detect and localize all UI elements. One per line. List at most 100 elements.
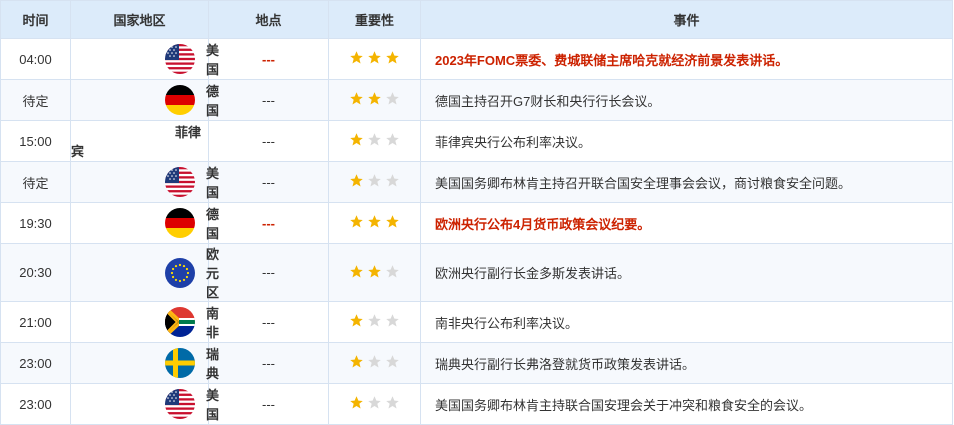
event-cell: 瑞典央行副行长弗洛登就货币政策发表讲话。 [420,342,953,384]
star-filled-icon [349,50,364,68]
country-cell: 瑞典 [70,342,219,384]
header-country: 国家地区 [70,0,209,39]
star-filled-icon [367,214,382,232]
table-row: 23:00 瑞典 --- 瑞典央行副行长弗洛登就货币政策发表讲话。 [0,342,953,384]
country-name: 瑞典 [206,347,220,381]
place-cell: --- [208,342,329,384]
place-cell: --- [208,79,329,121]
country-cell: 菲律宾 [70,120,209,162]
star-filled-icon [349,91,364,109]
country-cell: 德国 [70,79,219,121]
star-empty-icon [385,354,400,372]
header-row: 时间 国家地区 地点 重要性 事件 [0,0,953,39]
event-cell: 美国国务卿布林肯主持召开联合国安全理事会会议，商讨粮食安全问题。 [420,161,953,203]
flag-se-icon [165,348,195,378]
event-cell: 欧洲央行公布4月货币政策会议纪要。 [420,202,953,244]
star-empty-icon [367,173,382,191]
importance-cell [328,342,421,384]
star-filled-icon [349,132,364,150]
table-row: 15:00 菲律宾 --- 菲律宾央行公布利率决议。 [0,120,953,162]
economic-calendar-table: 时间 国家地区 地点 重要性 事件 04:00 美国 --- 2023年FOMC票委、… [0,0,953,425]
table-row: 20:30 欧元区 --- 欧洲央行副行长金多斯发表讲话。 [0,243,953,302]
country-cell: 美国 [70,38,219,80]
star-empty-icon [367,354,382,372]
country-cell: 南非 [70,301,219,343]
header-time: 时间 [0,0,71,39]
country-name: 菲律宾 [71,125,202,159]
place-cell: --- [208,38,329,80]
time-cell: 待定 [0,79,71,121]
importance-cell [328,202,421,244]
star-filled-icon [349,354,364,372]
event-cell: 菲律宾央行公布利率决议。 [420,120,953,162]
event-cell: 欧洲央行副行长金多斯发表讲话。 [420,243,953,302]
star-filled-icon [367,264,382,282]
event-cell: 美国国务卿布林肯主持联合国安理会关于冲突和粮食安全的会议。 [420,383,953,425]
star-empty-icon [385,132,400,150]
place-cell: --- [208,243,329,302]
star-empty-icon [385,91,400,109]
importance-stars [349,354,400,372]
place-cell: --- [208,161,329,203]
time-cell: 15:00 [0,120,71,162]
event-cell: 南非央行公布利率决议。 [420,301,953,343]
table-row: 待定 美国 --- 美国国务卿布林肯主持召开联合国安全理事会会议，商讨粮食安全问题。 [0,161,953,203]
star-empty-icon [385,173,400,191]
star-empty-icon [385,264,400,282]
time-cell: 23:00 [0,383,71,425]
calendar-rows: 04:00 美国 --- 2023年FOMC票委、费城联储主席哈克就经济前景发表讲话。… [0,38,953,425]
importance-cell [328,120,421,162]
header-event: 事件 [420,0,953,39]
time-cell: 23:00 [0,342,71,384]
importance-cell [328,383,421,425]
country-name: 欧元区 [206,247,220,300]
flag-us-icon [165,167,195,197]
flag-eu-icon [165,257,195,288]
star-filled-icon [385,214,400,232]
country-cell: 欧元区 [70,243,219,302]
country-name: 德国 [206,84,220,118]
time-cell: 待定 [0,161,71,203]
flag-de-icon [165,85,195,115]
star-filled-icon [349,214,364,232]
importance-cell [328,38,421,80]
country-cell: 美国 [70,383,219,425]
table-row: 04:00 美国 --- 2023年FOMC票委、费城联储主席哈克就经济前景发表讲话。 [0,38,953,80]
place-cell: --- [208,383,329,425]
country-name: 美国 [206,388,220,422]
country-name: 美国 [206,43,220,77]
importance-cell [328,243,421,302]
flag-de-icon [165,208,195,238]
place-cell: --- [208,202,329,244]
importance-stars [349,132,400,150]
importance-stars [349,50,400,68]
importance-cell [328,79,421,121]
table-row: 19:30 德国 --- 欧洲央行公布4月货币政策会议纪要。 [0,202,953,244]
star-empty-icon [367,313,382,331]
flag-za-icon [165,307,195,337]
flag-us-icon [165,389,195,419]
star-empty-icon [385,313,400,331]
star-empty-icon [385,395,400,413]
country-cell: 德国 [70,202,219,244]
flag-us-icon [165,44,195,74]
star-filled-icon [349,395,364,413]
importance-stars [349,264,400,282]
country-cell: 美国 [70,161,219,203]
country-name: 美国 [206,166,220,200]
star-filled-icon [349,264,364,282]
time-cell: 20:30 [0,243,71,302]
event-cell: 德国主持召开G7财长和央行行长会议。 [420,79,953,121]
table-row: 23:00 美国 --- 美国国务卿布林肯主持联合国安理会关于冲突和粮食安全的会议。 [0,383,953,425]
star-empty-icon [367,395,382,413]
star-filled-icon [367,91,382,109]
star-empty-icon [367,132,382,150]
importance-stars [349,91,400,109]
importance-stars [349,214,400,232]
table-row: 待定 德国 --- 德国主持召开G7财长和央行行长会议。 [0,79,953,121]
importance-stars [349,313,400,331]
star-filled-icon [349,313,364,331]
country-name: 南非 [206,306,220,340]
star-filled-icon [367,50,382,68]
importance-stars [349,173,400,191]
